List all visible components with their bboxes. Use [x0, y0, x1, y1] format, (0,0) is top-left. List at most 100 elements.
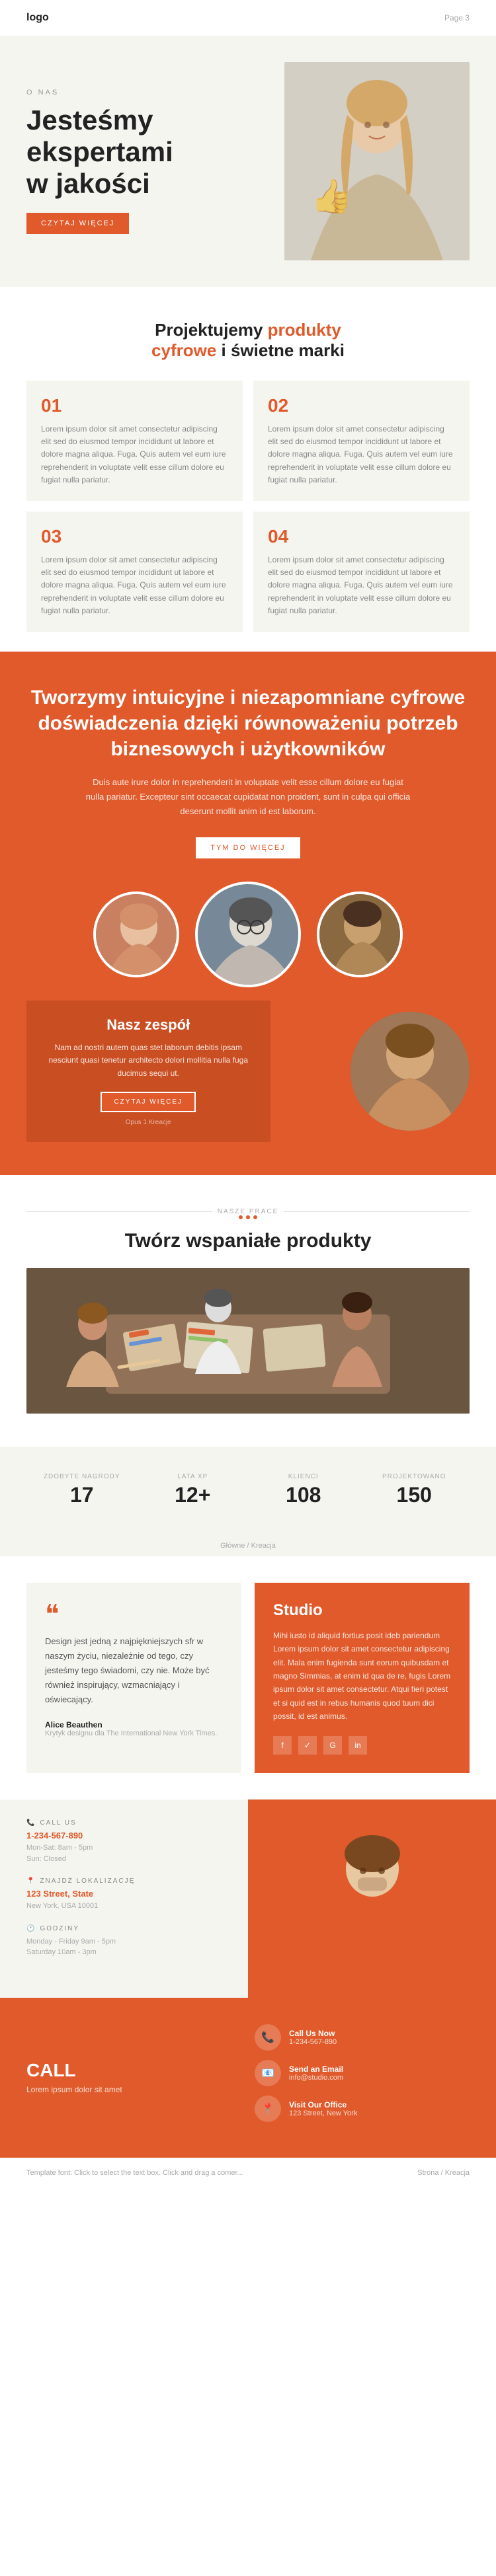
contact-call-block: 📞 CALL US 1-234-567-890 Mon-Sat: 8am - 5… — [26, 1819, 222, 1864]
contact-hours-sub: Monday - Friday 9am - 5pm Saturday 10am … — [26, 1936, 222, 1958]
team-count: Opus 1 Kreacje — [42, 1119, 255, 1126]
divider — [26, 1215, 470, 1219]
social-icons-row: f ✓ G in — [273, 1736, 451, 1755]
card-text-1: Lorem ipsum dolor sit amet consectetur a… — [41, 423, 228, 486]
phone-icon: 📞 — [26, 1819, 36, 1827]
team-circle-3 — [317, 891, 403, 977]
testimonial-text: Design jest jedną z najpiękniejszych sfr… — [45, 1634, 223, 1707]
call-text-block: CALL Lorem ipsum dolor sit amet — [26, 2061, 241, 2094]
team-circle-large — [351, 1012, 470, 1131]
works-label: NASZE PRACE — [26, 1208, 470, 1215]
team-card-title: Nasz zespół — [42, 1016, 255, 1034]
contact-call-label: 📞 CALL US — [26, 1819, 222, 1827]
card-number-2: 02 — [268, 395, 455, 416]
contact-location-value: 123 Street, State — [26, 1889, 222, 1899]
hero-title: Jesteśmy ekspertami w jakości — [26, 104, 265, 200]
testimonial-role: Krytyk designu dla The International New… — [45, 1729, 223, 1737]
call-item-phone: 📞 Call Us Now 1-234-567-890 — [255, 2024, 470, 2051]
stat-projects-num: 150 — [366, 1483, 464, 1507]
stat-clients-num: 108 — [255, 1483, 352, 1507]
call-item-address-title: Visit Our Office — [289, 2100, 357, 2109]
team-circle-1 — [93, 891, 179, 977]
hero-text: O NAS Jesteśmy ekspertami w jakości CZYT… — [26, 89, 284, 235]
header: logo Page 3 — [0, 0, 496, 36]
hero-cta-button[interactable]: CZYTAJ WIĘCEJ — [26, 213, 129, 234]
call-item-email-value: info@studio.com — [289, 2074, 343, 2082]
team-circles-row — [26, 891, 470, 987]
contact-location-label: 📍 ZNAJDŹ LOKALIZACJĘ — [26, 1877, 222, 1885]
social-twitter[interactable]: ✓ — [298, 1736, 317, 1755]
footer: Template font: Click to select the text … — [0, 2158, 496, 2187]
clock-icon: 🕐 — [26, 1925, 36, 1932]
card-number-4: 04 — [268, 526, 455, 547]
feature-card-3: 03 Lorem ipsum dolor sit amet consectetu… — [26, 511, 243, 632]
works-section: NASZE PRACE Twórz wspaniałe produkty — [0, 1175, 496, 1447]
card-text-3: Lorem ipsum dolor sit amet consectetur a… — [41, 554, 228, 617]
call-section: CALL Lorem ipsum dolor sit amet 📞 Call U… — [0, 1998, 496, 2158]
feature-card-1: 01 Lorem ipsum dolor sit amet consectetu… — [26, 381, 243, 501]
hero-image: 👍 — [284, 62, 470, 260]
contact-details: 📞 CALL US 1-234-567-890 Mon-Sat: 8am - 5… — [0, 1799, 248, 1998]
call-phone-icon: 📞 — [255, 2024, 281, 2051]
contact-location-sub: New York, USA 10001 — [26, 1901, 222, 1912]
team-card: Nasz zespół Nam ad nostri autem quas ste… — [26, 1001, 270, 1142]
products-section: Projektujemy produktycyfrowe i świetne m… — [0, 287, 496, 652]
card-text-2: Lorem ipsum dolor sit amet consectetur a… — [268, 423, 455, 486]
stat-years-num: 12+ — [144, 1483, 242, 1507]
page-number: Page 3 — [444, 13, 470, 22]
value-text: Duis aute irure dolor in reprehenderit i… — [83, 775, 413, 819]
value-title: Tworzymy intuicyjne i niezapomniane cyfr… — [26, 685, 470, 762]
contact-call-sub: Mon-Sat: 8am - 5pm Sun: Closed — [26, 1842, 222, 1864]
features-grid: 01 Lorem ipsum dolor sit amet consectetu… — [26, 381, 470, 632]
stats-section: ZDOBYTE NAGRODY 17 LATA XP 12+ KLIENCI 1… — [0, 1447, 496, 1534]
card-text-4: Lorem ipsum dolor sit amet consectetur a… — [268, 554, 455, 617]
works-image — [26, 1268, 470, 1414]
hero-label: O NAS — [26, 89, 265, 96]
testimonial-author: Alice Beauthen — [45, 1720, 223, 1729]
stat-years: LATA XP 12+ — [138, 1466, 249, 1514]
products-title: Projektujemy produktycyfrowe i świetne m… — [26, 320, 470, 361]
works-footer-link: Główne / Kreacja — [0, 1534, 496, 1556]
call-address-icon: 📍 — [255, 2096, 281, 2122]
works-title: Twórz wspaniałe produkty — [26, 1230, 470, 1252]
call-sub-text: Lorem ipsum dolor sit amet — [26, 2085, 241, 2094]
call-item-address-value: 123 Street, New York — [289, 2109, 357, 2117]
value-cta-button[interactable]: TYM DO WIĘCEJ — [196, 837, 300, 858]
stat-awards-label: ZDOBYTE NAGRODY — [33, 1473, 131, 1480]
call-item-phone-value: 1-234-567-890 — [289, 2038, 337, 2046]
footer-left: Template font: Click to select the text … — [26, 2169, 243, 2177]
logo: logo — [26, 12, 49, 24]
call-item-phone-title: Call Us Now — [289, 2029, 337, 2038]
social-facebook[interactable]: f — [273, 1736, 292, 1755]
stat-years-label: LATA XP — [144, 1473, 242, 1480]
stat-awards-num: 17 — [33, 1483, 131, 1507]
location-icon: 📍 — [26, 1877, 36, 1885]
svg-text:👍: 👍 — [311, 177, 352, 215]
contact-call-value: 1-234-567-890 — [26, 1831, 222, 1840]
testimonial-card: ❝ Design jest jedną z najpiękniejszych s… — [26, 1583, 241, 1774]
contact-hours-label: 🕐 GODZINY — [26, 1925, 222, 1932]
team-cta-button[interactable]: CZYTAJ WIĘCEJ — [101, 1092, 196, 1112]
stat-projects-label: PROJEKTOWANO — [366, 1473, 464, 1480]
social-google[interactable]: G — [323, 1736, 342, 1755]
team-card-text: Nam ad nostri autem quas stet laborum de… — [42, 1042, 255, 1080]
call-item-email-title: Send an Email — [289, 2065, 343, 2074]
value-prop-section: Tworzymy intuicyjne i niezapomniane cyfr… — [0, 652, 496, 1175]
contact-hours-block: 🕐 GODZINY Monday - Friday 9am - 5pm Satu… — [26, 1925, 222, 1958]
footer-right: Strona / Kreacja — [417, 2169, 470, 2177]
card-number-1: 01 — [41, 395, 228, 416]
card-number-3: 03 — [41, 526, 228, 547]
team-bottom-row: Nasz zespół Nam ad nostri autem quas ste… — [26, 1001, 470, 1142]
testi-studio-row: ❝ Design jest jedną z najpiękniejszych s… — [0, 1556, 496, 1800]
contact-person-image — [248, 1799, 496, 1998]
contact-section: 📞 CALL US 1-234-567-890 Mon-Sat: 8am - 5… — [0, 1799, 496, 1998]
social-linkedin[interactable]: in — [349, 1736, 367, 1755]
studio-card: Studio Mihi iusto id aliquid fortius pos… — [255, 1583, 470, 1774]
call-item-address: 📍 Visit Our Office 123 Street, New York — [255, 2096, 470, 2122]
call-items-list: 📞 Call Us Now 1-234-567-890 📧 Send an Em… — [255, 2024, 470, 2131]
call-item-email: 📧 Send an Email info@studio.com — [255, 2060, 470, 2086]
stat-projects: PROJEKTOWANO 150 — [359, 1466, 470, 1514]
feature-card-4: 04 Lorem ipsum dolor sit amet consectetu… — [253, 511, 470, 632]
stat-awards: ZDOBYTE NAGRODY 17 — [26, 1466, 138, 1514]
team-circle-2 — [195, 882, 301, 987]
